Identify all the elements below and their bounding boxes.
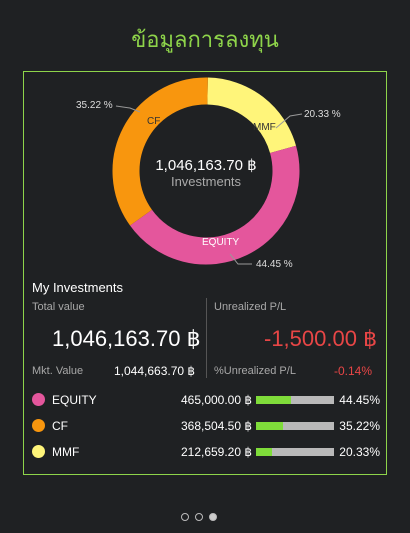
fund-bar-fill [256,448,272,456]
page-dot[interactable] [195,513,203,521]
fund-amount: 368,504.50 ฿ [180,419,252,433]
page-title: ข้อมูลการลงทุน [131,28,279,53]
fund-row-mmf[interactable]: MMF 212,659.20 ฿ 20.33% [24,442,388,462]
fund-name: MMF [52,445,80,459]
fund-bar [256,396,334,404]
fund-bar [256,448,334,456]
unrealized-value: -1,500.00 ฿ [264,326,378,351]
fund-row-cf[interactable]: CF 368,504.50 ฿ 35.22% [24,416,388,436]
color-dot [32,419,45,432]
pct-unrealized-value: -0.14% [334,364,373,378]
mkt-value-label: Mkt. Value [32,365,84,377]
fund-name: CF [52,419,68,433]
pct-label-mmf: 20.33 % [304,109,341,120]
section-title: My Investments [32,280,124,295]
color-dot [32,445,45,458]
fund-percent: 20.33% [339,445,380,459]
pct-unrealized-label: %Unrealized P/L [214,365,296,377]
color-dot [32,393,45,406]
fund-bar-fill [256,422,284,430]
unrealized-label: Unrealized P/L [214,301,287,313]
fund-percent: 44.45% [339,393,380,407]
total-value-label: Total value [32,301,85,313]
page-dot-active[interactable] [209,513,217,521]
fund-percent: 35.22% [339,419,380,433]
fund-row-equity[interactable]: EQUITY 465,000.00 ฿ 44.45% [24,390,388,410]
pct-label-equity: 44.45 % [256,259,293,270]
pct-label-cf: 35.22 % [76,100,113,111]
total-value: 1,046,163.70 ฿ [52,326,201,351]
fund-amount: 465,000.00 ฿ [180,393,252,407]
fund-bar-fill [256,396,291,404]
page-dot[interactable] [181,513,189,521]
fund-amount: 212,659.20 ฿ [180,445,252,459]
fund-name: EQUITY [52,393,97,407]
divider [206,298,207,378]
investment-card: 1,046,163.70 ฿ Investments CF MMF EQUITY… [23,71,387,475]
mkt-value: 1,044,663.70 ฿ [114,364,196,378]
fund-bar [256,422,334,430]
